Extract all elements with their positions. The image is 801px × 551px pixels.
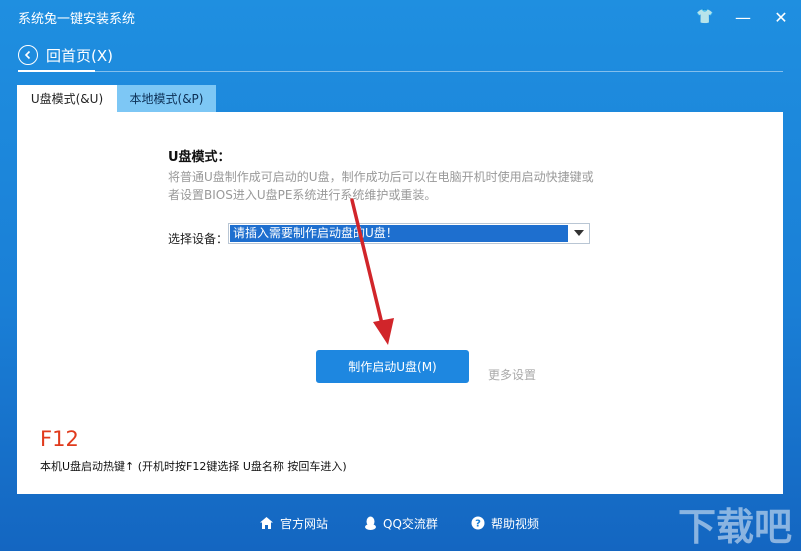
svg-text:下载吧: 下载吧	[678, 505, 792, 548]
footer-link-label: 官方网站	[280, 516, 329, 531]
footer-link-label: 帮助视频	[491, 516, 540, 531]
watermark-logo: 下载吧	[678, 505, 792, 548]
svg-text:?: ?	[475, 519, 481, 530]
qq-icon	[365, 516, 376, 530]
footer-official-site-link[interactable]: 官方网站	[259, 514, 328, 532]
footer-qq-group-link[interactable]: QQ交流群	[364, 514, 438, 532]
home-icon	[260, 517, 273, 529]
help-icon: ?	[471, 516, 485, 530]
footer-link-label: QQ交流群	[383, 516, 438, 531]
footer-help-video-link[interactable]: ? 帮助视频	[471, 514, 539, 532]
annotation-arrow	[350, 198, 394, 345]
